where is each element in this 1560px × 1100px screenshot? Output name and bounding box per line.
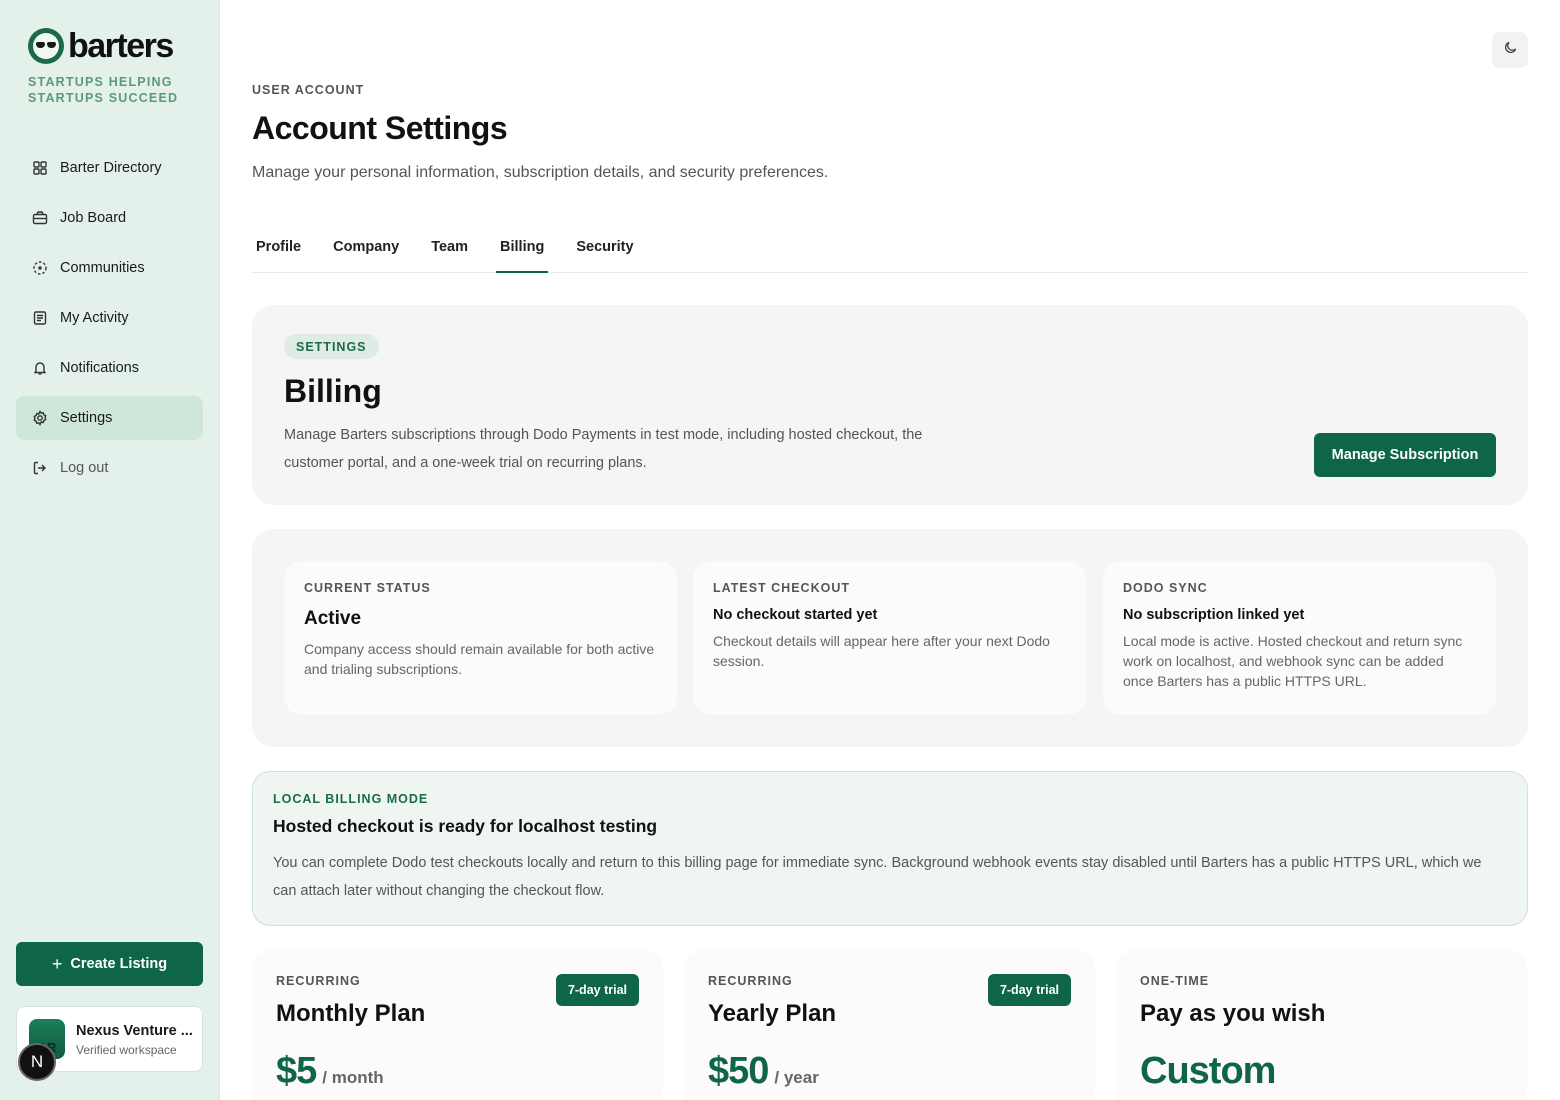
tab-profile[interactable]: Profile	[252, 222, 305, 272]
grid-icon	[32, 160, 48, 176]
price-amount: $50	[708, 1050, 769, 1092]
local-billing-mode-notice: LOCAL BILLING MODE Hosted checkout is re…	[252, 771, 1528, 926]
sidebar-item-logout[interactable]: Log out	[16, 446, 203, 490]
tab-team[interactable]: Team	[427, 222, 472, 272]
notice-label: LOCAL BILLING MODE	[273, 792, 429, 806]
plan-type: ONE-TIME	[1140, 974, 1210, 988]
sidebar-item-settings[interactable]: Settings	[16, 396, 203, 440]
bell-icon	[32, 360, 48, 376]
sidebar-item-notifications[interactable]: Notifications	[16, 346, 203, 390]
billing-description: Manage Barters subscriptions through Dod…	[284, 427, 923, 471]
plan-price: $5 / month	[276, 1050, 384, 1093]
notice-title: Hosted checkout is ready for localhost t…	[273, 816, 658, 836]
plan-name: Monthly Plan	[276, 1000, 426, 1027]
sidebar-nav: Barter Directory Job Board Communities M…	[16, 146, 203, 496]
billing-header-card: SETTINGS Billing Manage Barters subscrip…	[252, 305, 1528, 505]
price-amount: Custom	[1140, 1050, 1276, 1092]
plan-card-one-time[interactable]: ONE-TIME Pay as you wish Custom	[1116, 950, 1527, 1100]
notice-body: You can complete Dodo test checkouts loc…	[273, 855, 1482, 899]
brand-name: barters	[68, 27, 174, 65]
plus-icon: +	[51, 953, 63, 974]
sidebar: barters STARTUPS HELPING STARTUPS SUCCEE…	[0, 0, 220, 1100]
sidebar-item-label: Job Board	[60, 210, 127, 226]
sidebar-item-label: Barter Directory	[60, 160, 162, 176]
status-card-label: DODO SYNC	[1123, 581, 1208, 595]
status-card-body: Company access should remain available f…	[304, 641, 655, 677]
theme-toggle-button[interactable]	[1492, 32, 1528, 68]
status-panel: CURRENT STATUS Active Company access sho…	[252, 529, 1528, 747]
latest-checkout-card: LATEST CHECKOUT No checkout started yet …	[693, 561, 1086, 715]
status-card-value: No checkout started yet	[713, 607, 878, 623]
settings-tabs: Profile Company Team Billing Security	[252, 222, 1528, 273]
brand-logo[interactable]: barters	[28, 27, 174, 65]
billing-title: Billing	[284, 373, 382, 409]
price-amount: $5	[276, 1050, 317, 1092]
sidebar-item-label: Settings	[60, 410, 113, 426]
status-card-body: Checkout details will appear here after …	[713, 633, 1050, 669]
sidebar-item-label: Communities	[60, 260, 145, 276]
create-listing-button[interactable]: + Create Listing	[16, 942, 203, 986]
briefcase-icon	[32, 210, 48, 226]
dodo-sync-card: DODO SYNC No subscription linked yet Loc…	[1103, 561, 1496, 715]
status-card-value: Active	[304, 608, 362, 629]
sidebar-item-communities[interactable]: Communities	[16, 246, 203, 290]
plan-price: Custom	[1140, 1050, 1276, 1093]
brand-tagline: STARTUPS HELPING STARTUPS SUCCEED	[28, 75, 179, 105]
gear-icon	[32, 410, 48, 426]
page-eyebrow: USER ACCOUNT	[252, 83, 365, 97]
status-card-label: LATEST CHECKOUT	[713, 581, 850, 595]
dev-tools-badge[interactable]: N	[18, 1043, 56, 1081]
sidebar-item-label: Notifications	[60, 360, 139, 376]
trial-badge: 7-day trial	[987, 974, 1071, 1006]
trial-badge: 7-day trial	[555, 974, 639, 1006]
sidebar-item-label: Log out	[60, 460, 109, 476]
tab-billing[interactable]: Billing	[496, 222, 549, 273]
workspace-name: Nexus Venture ...	[76, 1023, 193, 1039]
list-document-icon	[32, 310, 48, 326]
manage-subscription-button[interactable]: Manage Subscription	[1314, 433, 1496, 477]
tab-security[interactable]: Security	[572, 222, 637, 272]
page-subtitle: Manage your personal information, subscr…	[252, 164, 829, 181]
page-title: Account Settings	[252, 110, 508, 146]
plan-price: $50 / year	[708, 1050, 819, 1093]
plan-name: Yearly Plan	[708, 1000, 837, 1027]
tab-company[interactable]: Company	[329, 222, 403, 272]
price-period: / month	[322, 1068, 384, 1087]
section-pill: SETTINGS	[284, 334, 379, 359]
plan-type: RECURRING	[708, 974, 793, 988]
status-card-body: Local mode is active. Hosted checkout an…	[1123, 633, 1463, 689]
workspace-subtitle: Verified workspace	[76, 1043, 177, 1057]
plan-card-monthly[interactable]: RECURRING Monthly Plan 7-day trial $5 / …	[252, 950, 663, 1100]
moon-icon	[1503, 40, 1518, 60]
sidebar-item-barter-directory[interactable]: Barter Directory	[16, 146, 203, 190]
sheep-mascot-icon	[28, 28, 64, 64]
create-listing-label: Create Listing	[70, 956, 168, 972]
current-status-card: CURRENT STATUS Active Company access sho…	[284, 561, 677, 715]
plan-type: RECURRING	[276, 974, 361, 988]
sidebar-item-my-activity[interactable]: My Activity	[16, 296, 203, 340]
sidebar-item-label: My Activity	[60, 310, 129, 326]
plan-name: Pay as you wish	[1140, 1000, 1326, 1027]
plan-card-yearly[interactable]: RECURRING Yearly Plan 7-day trial $50 / …	[684, 950, 1095, 1100]
status-card-label: CURRENT STATUS	[304, 581, 431, 595]
status-card-value: No subscription linked yet	[1123, 607, 1305, 623]
dashed-circle-icon	[32, 260, 48, 276]
logout-icon	[32, 460, 48, 476]
price-period: / year	[774, 1068, 819, 1087]
sidebar-item-job-board[interactable]: Job Board	[16, 196, 203, 240]
